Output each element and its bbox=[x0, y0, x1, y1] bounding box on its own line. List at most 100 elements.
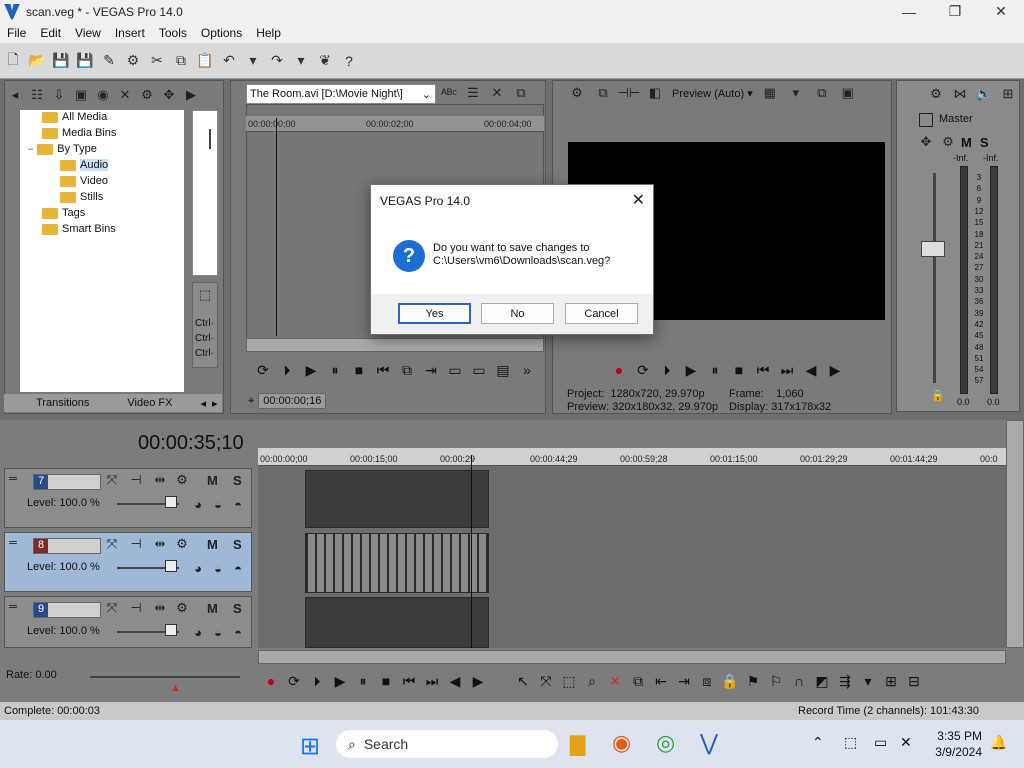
preview-device-icon[interactable]: ⧉ bbox=[594, 84, 612, 102]
render-as-icon[interactable]: ✎ bbox=[100, 52, 118, 70]
trimmer-settings-icon[interactable]: ☰ bbox=[464, 84, 482, 102]
explorer-import-icon[interactable]: ⇩ bbox=[50, 86, 68, 104]
track-mute-button[interactable]: M bbox=[207, 601, 218, 616]
track-composite-icon[interactable]: ⊣ bbox=[127, 535, 145, 553]
pause-icon[interactable]: ⏸ bbox=[324, 359, 346, 381]
go-to-end-icon[interactable]: ⏭ bbox=[776, 359, 798, 381]
record-icon[interactable]: ● bbox=[260, 670, 282, 692]
redo-dropdown-icon[interactable]: ▾ bbox=[292, 52, 310, 70]
track-header-9[interactable]: ═ 9 ⤧ ⊣ ⇹ ⚙ M S Level: 100.0 % ◕ ◒ ◓ bbox=[4, 596, 252, 648]
play-from-start-icon[interactable]: ⏵ bbox=[656, 359, 678, 381]
redo-icon[interactable]: ↷ bbox=[268, 52, 286, 70]
pane-scroll-thumb[interactable] bbox=[209, 129, 211, 149]
master-checkbox[interactable] bbox=[919, 113, 933, 127]
preview-quality-select[interactable]: Preview (Auto) ▾ bbox=[672, 87, 753, 100]
tree-item-tags[interactable]: Tags bbox=[42, 207, 85, 219]
track-fx-gear-icon[interactable]: ⚙ bbox=[173, 535, 191, 553]
play-from-start-icon[interactable]: ⏵ bbox=[276, 359, 298, 381]
master-pan-icon[interactable]: ✥ bbox=[917, 133, 935, 151]
tree-item-audio[interactable]: Audio bbox=[60, 159, 109, 171]
mixer-downmix-icon[interactable]: ⋈ bbox=[951, 85, 969, 103]
prev-frame-icon[interactable]: ◀ bbox=[444, 670, 466, 692]
copy-icon[interactable]: ⧉ bbox=[172, 52, 190, 70]
undo-icon[interactable]: ↶ bbox=[220, 52, 238, 70]
tree-item-all-media[interactable]: All Media bbox=[42, 111, 107, 123]
track-motion-icon[interactable]: ⤧ bbox=[103, 471, 121, 489]
record-icon[interactable]: ● bbox=[608, 359, 630, 381]
taskbar-search[interactable]: ⌕ Search bbox=[336, 730, 558, 758]
next-frame-icon[interactable]: ▶ bbox=[824, 359, 846, 381]
timeline-hscrollbar[interactable] bbox=[258, 650, 1006, 664]
marker-icon[interactable]: ⚑ bbox=[742, 670, 764, 692]
tray-overflow-icon[interactable]: ⌃ bbox=[812, 734, 824, 751]
timeline-cursor-time[interactable]: 00:00:35;10 bbox=[138, 432, 244, 455]
trim-start-icon[interactable]: ⇤ bbox=[650, 670, 672, 692]
play-icon[interactable]: ▶ bbox=[680, 359, 702, 381]
trim-end-icon[interactable]: ⇥ bbox=[673, 670, 695, 692]
undo-dropdown-icon[interactable]: ▾ bbox=[244, 52, 262, 70]
tree-item-video[interactable]: Video bbox=[60, 175, 108, 187]
track-mute-button[interactable]: M bbox=[207, 537, 218, 552]
auto-crossfade-icon[interactable]: ◩ bbox=[811, 670, 833, 692]
rate-slider[interactable] bbox=[90, 676, 240, 678]
track-solo-button[interactable]: S bbox=[233, 473, 242, 488]
new-project-icon[interactable]: 🗋 bbox=[4, 51, 22, 70]
track-motion-icon[interactable]: ⤧ bbox=[103, 599, 121, 617]
snapping-icon[interactable]: ∩ bbox=[788, 670, 810, 692]
region-icon[interactable]: ⚐ bbox=[765, 670, 787, 692]
tabs-scroll-right-icon[interactable]: ▸ bbox=[212, 397, 218, 410]
master-fader-thumb[interactable] bbox=[921, 241, 945, 257]
tab-video-fx[interactable]: Video FX bbox=[127, 397, 172, 409]
track-split-icon[interactable]: ⇹ bbox=[151, 471, 169, 489]
zoom-tool-icon[interactable]: ⌕ bbox=[581, 670, 603, 692]
track-compositing-icon[interactable]: ◕ bbox=[189, 559, 207, 577]
lock-icon[interactable]: 🔒 bbox=[931, 389, 945, 402]
video-clip[interactable] bbox=[305, 533, 489, 593]
menu-tools[interactable]: Tools bbox=[152, 26, 194, 40]
stop-icon[interactable]: ■ bbox=[348, 359, 370, 381]
volume-muted-icon[interactable]: ✕ bbox=[900, 734, 912, 751]
save-as-icon[interactable]: 💾 bbox=[76, 52, 94, 70]
next-frame-icon[interactable]: ▶ bbox=[467, 670, 489, 692]
track-fx-gear-icon[interactable]: ⚙ bbox=[173, 599, 191, 617]
track-solo-button[interactable]: S bbox=[233, 601, 242, 616]
trimmer-ruler[interactable]: 00:00:00;00 00:00:02;00 00:00:04;00 bbox=[246, 116, 544, 132]
vegas-taskbar-icon[interactable]: ⋁ bbox=[700, 730, 718, 756]
more-icon[interactable]: » bbox=[516, 359, 538, 381]
track-motion-icon[interactable]: ⤧ bbox=[103, 535, 121, 553]
clock[interactable]: 3:35 PM 3/9/2024 bbox=[930, 728, 982, 760]
dialog-close-icon[interactable]: ✕ bbox=[632, 190, 645, 210]
trim-icon[interactable]: ⧉ bbox=[627, 670, 649, 692]
menu-edit[interactable]: Edit bbox=[33, 26, 68, 40]
grid-dropdown-icon[interactable]: ▾ bbox=[787, 84, 805, 102]
mixer-speaker-icon[interactable]: 🔈 bbox=[975, 85, 993, 103]
track-header-7[interactable]: ═ 7 ⤧ ⊣ ⇹ ⚙ M S Level: 100.0 % ◕ ◒ ◓ bbox=[4, 468, 252, 528]
menu-insert[interactable]: Insert bbox=[108, 26, 152, 40]
tree-item-smart-bins[interactable]: Smart Bins bbox=[42, 223, 116, 235]
start-menu-icon[interactable]: ⊞ bbox=[300, 732, 320, 761]
add-to-timeline-icon[interactable]: ⧉ bbox=[396, 359, 418, 381]
master-solo-button[interactable]: S bbox=[980, 135, 989, 150]
track-split-icon[interactable]: ⇹ bbox=[151, 535, 169, 553]
track-parent-icon[interactable]: ◒ bbox=[209, 495, 227, 513]
explorer-play-icon[interactable]: ▶ bbox=[182, 86, 200, 104]
explorer-capture-icon[interactable]: ▣ bbox=[72, 86, 90, 104]
track-solo-button[interactable]: S bbox=[233, 537, 242, 552]
tree-item-by-type[interactable]: − By Type bbox=[28, 143, 97, 155]
track-compositing-icon[interactable]: ◕ bbox=[189, 623, 207, 641]
lock-envelopes-icon[interactable]: ⊞ bbox=[880, 670, 902, 692]
track-child-icon[interactable]: ◓ bbox=[229, 559, 247, 577]
timeline-vscrollbar[interactable] bbox=[1006, 420, 1024, 648]
trimmer-window-icon[interactable]: ⧉ bbox=[512, 84, 530, 102]
overwrite-icon[interactable]: ▤ bbox=[492, 359, 514, 381]
tabs-scroll-left-icon[interactable]: ◂ bbox=[200, 397, 206, 410]
menu-help[interactable]: Help bbox=[249, 26, 288, 40]
track-collapse-icon[interactable]: ═ bbox=[9, 601, 17, 613]
explorer-web-icon[interactable]: ◉ bbox=[94, 86, 112, 104]
explorer-remove-icon[interactable]: ✕ bbox=[116, 86, 134, 104]
explorer-back-icon[interactable]: ◂ bbox=[6, 86, 24, 104]
enable-snapping-icon[interactable]: ❦ bbox=[316, 52, 334, 70]
mixer-fader-icon[interactable]: ⊞ bbox=[999, 85, 1017, 103]
track-split-icon[interactable]: ⇹ bbox=[151, 599, 169, 617]
play-icon[interactable]: ▶ bbox=[329, 670, 351, 692]
